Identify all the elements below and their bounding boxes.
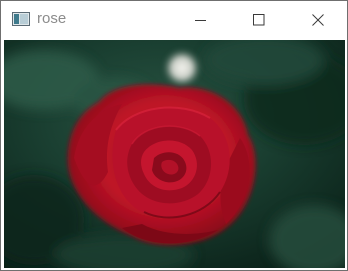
maximize-icon	[253, 14, 265, 26]
maximize-button[interactable]	[236, 1, 282, 39]
image-viewer-window: rose	[0, 0, 348, 271]
window-title: rose	[37, 10, 67, 27]
minimize-icon	[195, 20, 206, 21]
close-button[interactable]	[295, 1, 341, 39]
rose-photo	[4, 40, 345, 268]
app-window-icon	[12, 12, 30, 26]
image-canvas	[4, 40, 345, 268]
minimize-button[interactable]	[178, 1, 224, 39]
title-bar[interactable]: rose	[1, 1, 347, 39]
close-icon	[312, 14, 324, 26]
